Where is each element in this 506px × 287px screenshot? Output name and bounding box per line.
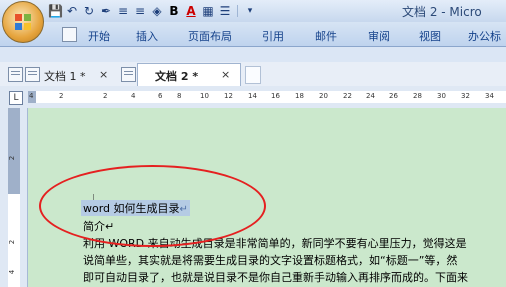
doc2-icon <box>121 67 136 82</box>
redo-icon[interactable]: ↻ <box>82 4 96 18</box>
ruler-number: 28 <box>413 92 422 100</box>
customize-icon[interactable]: ▾ <box>243 4 257 18</box>
body-line[interactable]: 即可自动目录了，也就是说目录不是你自己重新手动输入再排序而成的。下面来 <box>83 269 468 285</box>
title-bar: 💾 ↶ ↻ ✒ ≡ ≡ ◈ B A ▦ ☰ ▾ 文档 2 - Micro <box>0 0 506 22</box>
align-icon[interactable]: ☰ <box>218 4 232 18</box>
bullets-icon[interactable]: ≡ <box>116 4 130 18</box>
ruler-number: 2 <box>103 92 108 100</box>
ruler-number: 4 <box>131 92 136 100</box>
vruler-number: 2 <box>8 239 17 245</box>
numbering-icon[interactable]: ≡ <box>133 4 147 18</box>
format-painter-icon[interactable]: ✒ <box>99 4 113 18</box>
ruler-number: 22 <box>343 92 352 100</box>
ruler-number: 16 <box>271 92 280 100</box>
ruler-track[interactable] <box>28 91 506 103</box>
vruler-number: 2 <box>8 155 17 161</box>
document-tab-bar: 文档 1 * × 文档 2 * × <box>0 62 506 87</box>
ruler-number: 34 <box>485 92 494 100</box>
ruler-number: 30 <box>437 92 446 100</box>
horizontal-ruler[interactable]: L 4 2 2 4 6 8 10 12 14 16 18 20 22 24 26… <box>0 86 506 109</box>
ruler-number: 14 <box>248 92 257 100</box>
ruler-number: 4 <box>29 92 34 100</box>
borders-icon[interactable]: ▦ <box>201 4 215 18</box>
ruler-number: 2 <box>59 92 64 100</box>
save-icon[interactable]: 💾 <box>48 4 63 18</box>
font-color-icon[interactable]: A <box>184 4 198 18</box>
ruler-number: 8 <box>177 92 182 100</box>
new-tab-button[interactable] <box>245 66 261 84</box>
tab-insert[interactable]: 插入 <box>136 28 158 44</box>
doc1-icon <box>25 67 40 82</box>
ruler-number: 20 <box>319 92 328 100</box>
office-logo-icon <box>15 14 31 30</box>
ruler-number: 6 <box>158 92 163 100</box>
vertical-ruler-margin <box>8 108 20 194</box>
window-title: 文档 2 - Micro <box>402 5 482 19</box>
tab-review[interactable]: 审阅 <box>368 28 390 44</box>
tab-menu-icon[interactable] <box>8 67 23 82</box>
ribbon-tab-bar: 开始 插入 页面布局 引用 邮件 审阅 视图 办公标 <box>0 22 506 47</box>
vruler-number: 4 <box>8 269 17 275</box>
tab-mailings[interactable]: 邮件 <box>315 28 337 44</box>
ruler-number: 18 <box>295 92 304 100</box>
ruler-number: 26 <box>389 92 398 100</box>
document-page[interactable]: word 如何生成目录↵ 简介↵ 利用 WORD 来自动生成目录是非常简单的，新… <box>28 108 506 287</box>
doc-icon <box>62 27 77 42</box>
ruler-number: 32 <box>461 92 470 100</box>
quick-access-toolbar: 💾 ↶ ↻ ✒ ≡ ≡ ◈ B A ▦ ☰ ▾ <box>48 3 257 19</box>
tab-view[interactable]: 视图 <box>419 28 441 44</box>
tab-home[interactable]: 开始 <box>88 28 110 44</box>
body-line[interactable]: 说简单些，其实就是将需要生成目录的文字设置标题格式，如“标题一”等，然 <box>83 252 457 268</box>
tab-office-tab[interactable]: 办公标 <box>468 28 501 44</box>
doc-tab-2-label[interactable]: 文档 2 * <box>155 68 198 84</box>
undo-icon[interactable]: ↶ <box>65 4 79 18</box>
bold-icon[interactable]: B <box>167 4 181 18</box>
ruler-number: 12 <box>224 92 233 100</box>
tab-selector-icon[interactable]: L <box>9 91 23 105</box>
doc-tab-1-close-icon[interactable]: × <box>99 68 108 81</box>
toolbar-separator <box>237 5 238 17</box>
tab-page-layout[interactable]: 页面布局 <box>188 28 232 44</box>
ruler-number: 10 <box>200 92 209 100</box>
tab-references[interactable]: 引用 <box>262 28 284 44</box>
doc-tab-1[interactable]: 文档 1 * <box>44 68 86 84</box>
shading-icon[interactable]: ◈ <box>150 4 164 18</box>
annotation-circle <box>39 165 266 247</box>
office-button[interactable] <box>2 1 44 43</box>
doc-tab-2-close-icon[interactable]: × <box>221 68 230 81</box>
ruler-number: 24 <box>366 92 375 100</box>
vertical-ruler[interactable]: 2 2 4 <box>0 108 28 287</box>
